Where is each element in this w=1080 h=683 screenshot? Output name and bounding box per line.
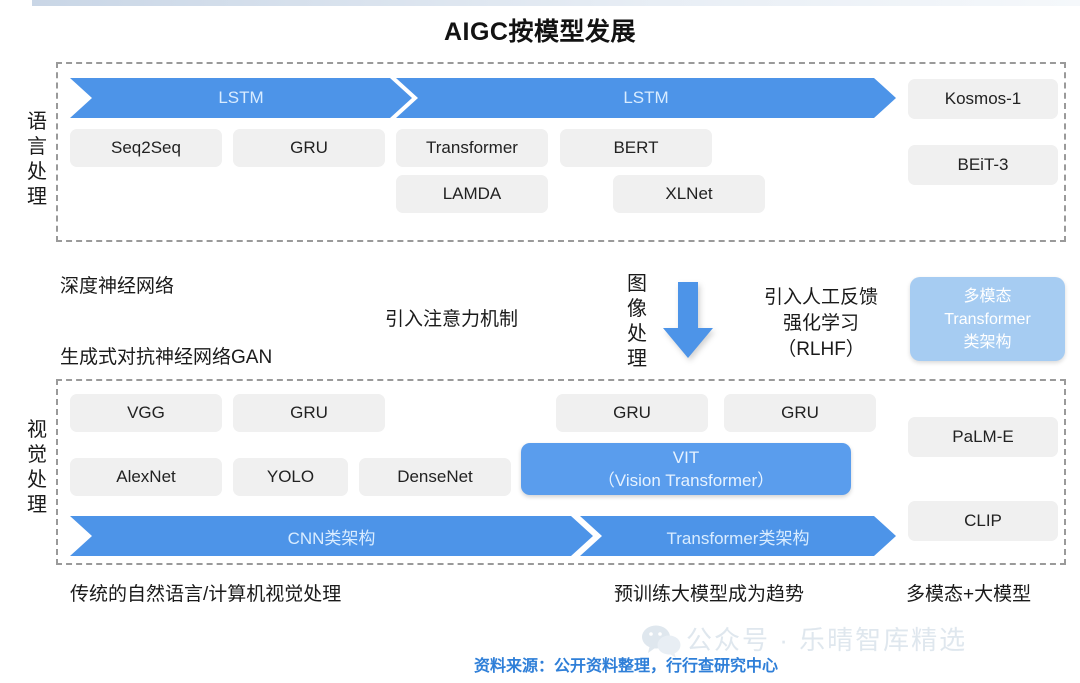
model-chip-alexnet[interactable]: AlexNet (70, 458, 222, 496)
side-label-char: 理 (27, 186, 47, 208)
annotation-attention-mechanism: 引入注意力机制 (385, 309, 519, 330)
model-chip-clip[interactable]: CLIP (908, 501, 1058, 541)
side-label-char: 视 (27, 419, 47, 441)
language-processing-side-label: 语 言 处 理 (20, 110, 54, 210)
top-decorative-strip (32, 0, 1080, 6)
vision-arrow-cnn-architecture[interactable]: CNN类架构 (70, 516, 593, 556)
model-chip-bert[interactable]: BERT (560, 129, 712, 167)
model-chip-xlnet[interactable]: XLNet (613, 175, 765, 213)
side-label-char: 处 (27, 161, 47, 183)
side-label-char: 语 (27, 111, 47, 133)
down-arrow-icon (663, 282, 713, 358)
multimodal-box-line3: 类架构 (963, 333, 1012, 351)
annotation-rlhf-line2: 强化学习 (782, 313, 859, 334)
model-chip-gru-vision-2[interactable]: GRU (556, 394, 708, 432)
model-chip-seq2seq[interactable]: Seq2Seq (70, 129, 222, 167)
vision-processing-side-label: 视 觉 处 理 (20, 418, 54, 518)
annotation-gan: 生成式对抗神经网络GAN (60, 347, 273, 368)
annotation-deep-neural-network: 深度神经网络 (60, 276, 175, 297)
model-chip-yolo[interactable]: YOLO (233, 458, 348, 496)
side-label-char: 处 (27, 469, 47, 491)
model-chip-kosmos-1[interactable]: Kosmos-1 (908, 79, 1058, 119)
bottom-caption-right: 多模态+大模型 (906, 584, 1032, 605)
annotation-rlhf-line3: （RLHF） (777, 339, 865, 360)
model-chip-lamda[interactable]: LAMDA (396, 175, 548, 213)
multimodal-box-line1: 多模态 (963, 287, 1012, 305)
multimodal-box-line2: Transformer (944, 310, 1031, 328)
multimodal-transformer-box[interactable]: 多模态 Transformer 类架构 (910, 277, 1065, 361)
bottom-caption-center: 预训练大模型成为趋势 (614, 584, 805, 605)
side-label-char: 图 (627, 273, 647, 295)
side-label-char: 觉 (27, 444, 47, 466)
model-chip-gru-vision-1[interactable]: GRU (233, 394, 385, 432)
side-label-char: 处 (627, 323, 647, 345)
side-label-char: 言 (27, 136, 47, 158)
vit-box[interactable]: VIT （Vision Transformer） (521, 443, 851, 495)
side-label-char: 理 (27, 494, 47, 516)
model-chip-gru-vision-3[interactable]: GRU (724, 394, 876, 432)
model-chip-beit-3[interactable]: BEiT-3 (908, 145, 1058, 185)
side-label-char: 理 (627, 348, 647, 370)
bottom-caption-left: 传统的自然语言/计算机视觉处理 (70, 584, 342, 605)
vit-box-line2: （Vision Transformer） (597, 471, 775, 490)
model-chip-vgg[interactable]: VGG (70, 394, 222, 432)
image-processing-vertical-label: 图 像 处 理 (620, 272, 654, 372)
model-chip-transformer[interactable]: Transformer (396, 129, 548, 167)
language-arrow-lstm-2[interactable]: LSTM (396, 78, 896, 118)
model-chip-palm-e[interactable]: PaLM-E (908, 417, 1058, 457)
source-note: 资料来源：公开资料整理，行行查研究中心 (474, 658, 779, 675)
vision-arrow-transformer-architecture[interactable]: Transformer类架构 (580, 516, 896, 556)
language-arrow-lstm-1[interactable]: LSTM (70, 78, 412, 118)
model-chip-gru[interactable]: GRU (233, 129, 385, 167)
vit-box-line1: VIT (672, 448, 700, 467)
side-label-char: 像 (627, 298, 647, 320)
annotation-rlhf: 引入人工反馈 强化学习 （RLHF） (736, 285, 906, 363)
model-chip-densenet[interactable]: DenseNet (359, 458, 511, 496)
annotation-rlhf-line1: 引入人工反馈 (763, 287, 878, 308)
page-title: AIGC按模型发展 (443, 18, 636, 46)
